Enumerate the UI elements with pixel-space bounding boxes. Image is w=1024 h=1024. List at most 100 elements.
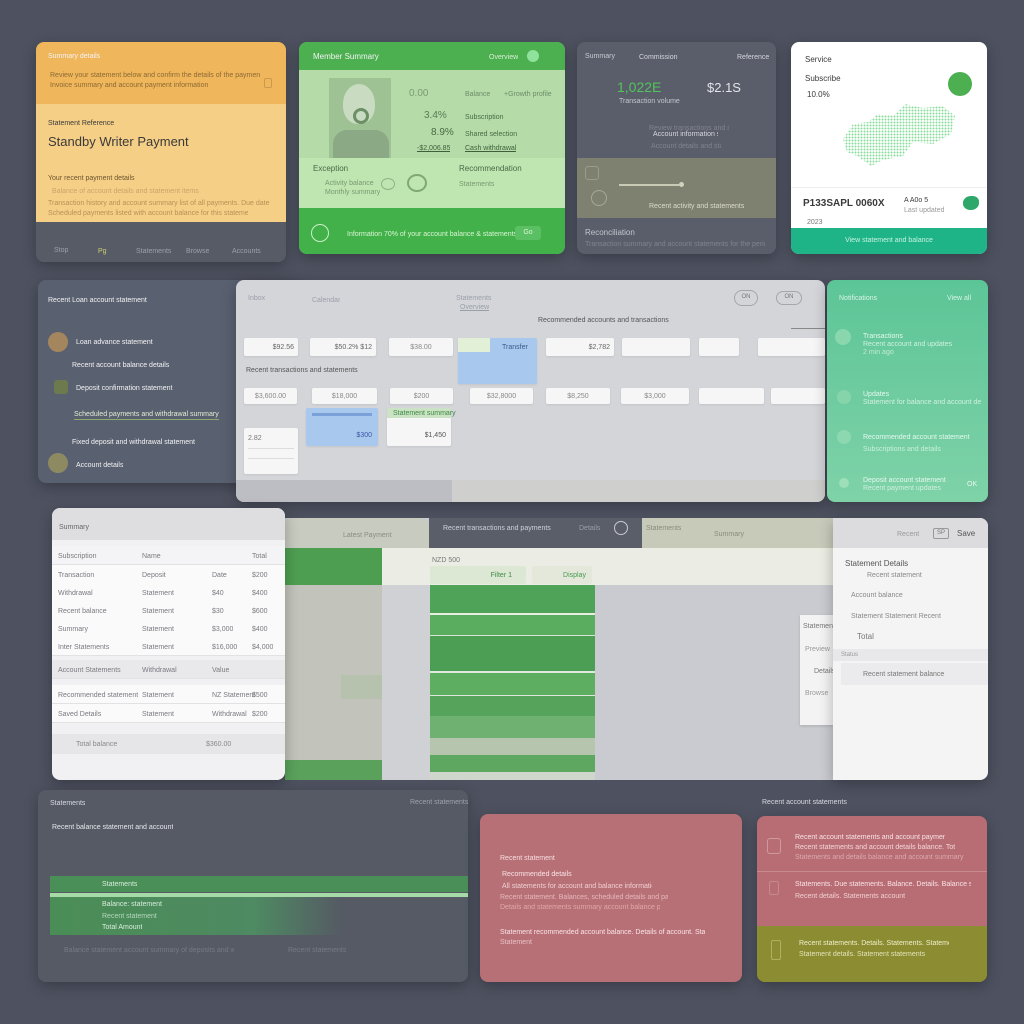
alert-text[interactable]: Statements. Due statements. Balance. Det… [795, 880, 971, 889]
bar-band [430, 696, 595, 716]
save-button[interactable]: Save [957, 529, 975, 539]
amount-tile[interactable]: $8,250 [546, 388, 610, 404]
tab-overview[interactable]: Overview [460, 303, 489, 312]
dashboard-footer [236, 480, 452, 502]
payment-card-body: Statement Reference Standby Writer Payme… [36, 104, 286, 222]
dashboard-card: Inbox Calendar Statements Overview Recom… [236, 280, 825, 502]
check-badge-icon[interactable] [948, 72, 972, 96]
transfer-tile[interactable]: Transfer [458, 338, 537, 384]
transfer-detail-tile[interactable]: $300 [306, 408, 378, 446]
alert-text[interactable]: Recent statements. Details. Statements. … [799, 939, 949, 948]
table-title: Summary [59, 524, 89, 531]
map-title: Subscribe [805, 74, 841, 83]
green-bar-stack [430, 585, 595, 780]
table-cell: Statement [142, 590, 174, 597]
progress-handle[interactable] [679, 182, 684, 187]
amount-tile[interactable] [758, 338, 825, 356]
footer-link[interactable]: Browse [186, 247, 209, 256]
activity-item-label[interactable]: Fixed deposit and withdrawal statement [72, 438, 195, 447]
table-row[interactable]: Recent balance Statement $30 $600 [52, 601, 285, 620]
tab-latest-payment[interactable]: Latest Payment [285, 518, 429, 548]
amount-tile[interactable]: $92.56 [244, 338, 298, 356]
alert-text[interactable]: Recent account statements and account pa… [795, 833, 945, 842]
region-icon [963, 196, 979, 210]
table-row[interactable]: Saved Details Statement Withdrawal $200 [52, 704, 285, 723]
side-panel-footer[interactable]: Recent statement balance [841, 663, 988, 685]
toggle-switch[interactable]: ON [734, 290, 758, 306]
statements-header-right[interactable]: Recent statements [410, 798, 468, 807]
table-row[interactable]: Transaction Deposit Date $200 [52, 565, 285, 584]
footer-link[interactable]: Statements [136, 247, 171, 256]
side-panel-line: Statement Statement Recent [851, 613, 941, 620]
amount-tile[interactable]: $38.00 [389, 338, 453, 356]
avatar [329, 78, 391, 158]
amount-tile[interactable]: $18,000 [312, 388, 377, 404]
tab-calendar[interactable]: Calendar [312, 296, 340, 305]
table-row[interactable]: Summary Statement $3,000 $400 [52, 619, 285, 638]
amount-tile[interactable]: $50.2% $12 [310, 338, 376, 356]
activity-title: Recent Loan account statement [48, 297, 147, 304]
overview-link[interactable]: Overview [489, 53, 518, 62]
statement-popup[interactable]: Statement Preview Details Browse [800, 615, 833, 725]
check-icon [835, 329, 851, 345]
tab-inbox[interactable]: Inbox [248, 294, 265, 303]
table-row[interactable]: Withdrawal Statement $40 $400 [52, 583, 285, 602]
table-cell: Withdrawal [58, 590, 93, 597]
column-header: Total [252, 553, 267, 560]
amount-tile[interactable] [622, 338, 690, 356]
user-icon[interactable] [614, 521, 628, 535]
amount-tile[interactable]: $32,8000 [470, 388, 533, 404]
amount-tile[interactable]: $2,782 [546, 338, 614, 356]
map-stat-value: P133SAPL 0060X [803, 198, 885, 209]
notification-meta: 2 min ago [863, 349, 894, 356]
stat-value: 8.9% [431, 127, 454, 138]
header-text: Invoice summary and account payment info… [50, 82, 209, 89]
filter-chip[interactable]: Filter 1 [430, 566, 526, 584]
table-row[interactable]: Account Statements Withdrawal Value [52, 660, 285, 679]
tab-statements[interactable]: Statements [456, 294, 491, 303]
go-button[interactable]: Go [515, 226, 541, 240]
recommended-line: Recent statement. Balances, scheduled de… [500, 894, 668, 901]
table-cell: $3,000 [212, 626, 234, 633]
toggle-switch[interactable]: ON [776, 291, 802, 305]
footer-link[interactable]: Stop [54, 246, 68, 255]
table-cell: NZ Statement [212, 692, 256, 699]
view-statement-button[interactable]: View statement and balance [791, 228, 987, 254]
statements-subtitle: Recent balance statement and account [52, 824, 174, 831]
footer-link[interactable]: Pg [98, 247, 107, 256]
notification-title[interactable]: Recommended account statement [863, 433, 981, 442]
sp-badge[interactable]: SP [933, 528, 949, 539]
display-chip[interactable]: Display [532, 566, 592, 584]
amount-tile[interactable]: $200 [390, 388, 453, 404]
table-row[interactable]: Inter Statements Statement $16,000 $4,000 [52, 637, 285, 656]
notification-text: Subscriptions and details [863, 446, 941, 453]
amount-tile[interactable] [699, 388, 764, 404]
status-subheader: Status [833, 649, 988, 661]
profile-card-header: Member Summary Overview [299, 42, 565, 70]
highlight-row[interactable]: Statements [50, 876, 468, 892]
amount-tile[interactable] [771, 388, 825, 404]
check-circle-icon [311, 224, 329, 242]
table-row[interactable]: Recommended statement Statement NZ Stateme… [52, 685, 285, 704]
footer-link[interactable]: Accounts [232, 247, 261, 256]
activity-item-label[interactable]: Deposit confirmation statement [76, 384, 173, 393]
table-footer: Total balance $360.00 [52, 734, 285, 754]
amount-tile[interactable]: $3,000 [621, 388, 689, 404]
table-cell: $200 [252, 572, 268, 579]
tab-statements[interactable]: Statements Summary [642, 518, 833, 548]
activity-item-label[interactable]: Loan advance statement [76, 338, 153, 347]
bar-band [430, 585, 595, 613]
amount-tile[interactable]: $3,600.00 [244, 388, 297, 404]
filter-nzd[interactable]: NZD 500 [432, 556, 460, 565]
mini-chart-tile[interactable]: 2.82 [244, 428, 298, 474]
activity-item-label[interactable]: Account details [76, 461, 123, 470]
profile-card: Member Summary Overview 0.00 Balance +Gr… [299, 42, 565, 254]
profile-title: Member Summary [313, 52, 379, 61]
statement-summary-tile[interactable]: Statement summary $1,450 [387, 408, 456, 446]
tab-recent-transactions[interactable]: Recent transactions and payments Details [429, 518, 642, 548]
table-cell: $500 [252, 692, 268, 699]
amount-tile[interactable] [699, 338, 739, 356]
statements-card: Statements Recent statements Recent bala… [38, 790, 468, 982]
divider [791, 328, 825, 329]
view-all-link[interactable]: View all [947, 294, 971, 303]
